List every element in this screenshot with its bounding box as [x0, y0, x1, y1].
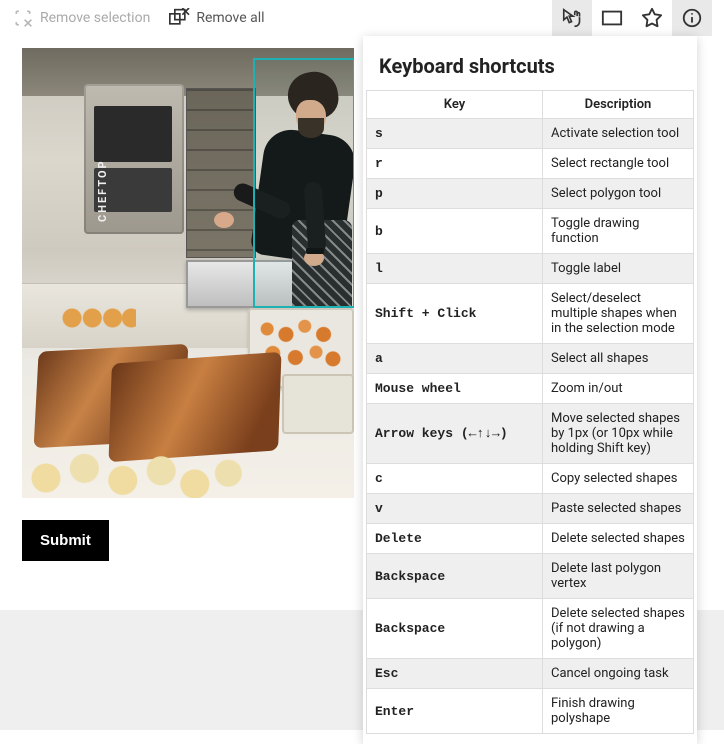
shortcut-key: b — [367, 209, 543, 254]
column-header-key: Key — [367, 91, 543, 119]
shortcut-key: Shift + Click — [367, 284, 543, 344]
shortcut-key: c — [367, 464, 543, 494]
remove-selection-button[interactable]: Remove selection — [12, 7, 150, 29]
photo-food-tray-2 — [282, 374, 354, 434]
shortcut-row: BackspaceDelete last polygon vertex — [367, 554, 694, 599]
rectangle-icon — [601, 9, 623, 27]
shortcut-description: Select polygon tool — [543, 179, 694, 209]
shortcut-row: BackspaceDelete selected shapes (if not … — [367, 599, 694, 659]
oven-brand-label: CHEFTOP — [96, 159, 109, 222]
remove-selection-icon — [12, 7, 34, 29]
shortcut-row: Shift + ClickSelect/deselect multiple sh… — [367, 284, 694, 344]
rectangle-tool-button[interactable] — [592, 0, 632, 36]
shortcut-key: r — [367, 149, 543, 179]
selection-rectangle[interactable] — [253, 58, 354, 308]
pointer-hand-icon — [561, 7, 583, 29]
shortcut-key: Backspace — [367, 599, 543, 659]
annotation-canvas[interactable]: CHEFTOP — [22, 48, 354, 498]
shortcut-key: p — [367, 179, 543, 209]
shortcut-key: a — [367, 344, 543, 374]
shortcut-key: s — [367, 119, 543, 149]
shortcut-description: Activate selection tool — [543, 119, 694, 149]
info-icon — [681, 7, 703, 29]
remove-all-label: Remove all — [196, 10, 264, 26]
shortcut-description: Toggle drawing function — [543, 209, 694, 254]
shortcut-row: Arrow keys (←↑↓→)Move selected shapes by… — [367, 404, 694, 464]
shortcut-description: Select all shapes — [543, 344, 694, 374]
shortcut-key: Esc — [367, 659, 543, 689]
shortcut-description: Select/deselect multiple shapes when in … — [543, 284, 694, 344]
toolbar: Remove selection Remove all — [0, 0, 724, 36]
shortcut-row: sActivate selection tool — [367, 119, 694, 149]
shortcut-row: aSelect all shapes — [367, 344, 694, 374]
shortcut-row: vPaste selected shapes — [367, 494, 694, 524]
shortcut-row: Mouse wheelZoom in/out — [367, 374, 694, 404]
shortcut-key: Arrow keys (←↑↓→) — [367, 404, 543, 464]
shortcut-description: Toggle label — [543, 254, 694, 284]
shortcut-description: Copy selected shapes — [543, 464, 694, 494]
photo-bread-rack — [186, 88, 256, 258]
selection-tool-button[interactable] — [552, 0, 592, 36]
shortcut-description: Paste selected shapes — [543, 494, 694, 524]
shortcuts-table: Key Description sActivate selection tool… — [366, 90, 694, 734]
shortcut-key: Mouse wheel — [367, 374, 543, 404]
toolbar-left: Remove selection Remove all — [12, 7, 265, 29]
shortcut-description: Cancel ongoing task — [543, 659, 694, 689]
column-header-description: Description — [543, 91, 694, 119]
shortcut-description: Select rectangle tool — [543, 149, 694, 179]
polygon-star-icon — [641, 7, 663, 29]
photo-pastries — [22, 442, 262, 498]
submit-button[interactable]: Submit — [22, 520, 109, 561]
shortcut-key: v — [367, 494, 543, 524]
shortcut-key: Backspace — [367, 554, 543, 599]
toolbar-right — [552, 0, 712, 36]
shortcut-row: lToggle label — [367, 254, 694, 284]
shortcut-description: Delete selected shapes — [543, 524, 694, 554]
shortcut-description: Move selected shapes by 1px (or 10px whi… — [543, 404, 694, 464]
shortcut-description: Finish drawing polyshape — [543, 689, 694, 734]
panel-title: Keyboard shortcuts — [363, 52, 697, 90]
keyboard-shortcuts-panel: Keyboard shortcuts Key Description sActi… — [363, 36, 697, 744]
shortcut-description: Delete selected shapes (if not drawing a… — [543, 599, 694, 659]
shortcut-row: EnterFinish drawing polyshape — [367, 689, 694, 734]
remove-all-button[interactable]: Remove all — [168, 7, 264, 29]
polygon-tool-button[interactable] — [632, 0, 672, 36]
info-button[interactable] — [672, 0, 712, 36]
shortcut-row: EscCancel ongoing task — [367, 659, 694, 689]
remove-all-icon — [168, 7, 190, 29]
shortcut-row: DeleteDelete selected shapes — [367, 524, 694, 554]
shortcut-description: Delete last polygon vertex — [543, 554, 694, 599]
shortcut-description: Zoom in/out — [543, 374, 694, 404]
shortcut-row: rSelect rectangle tool — [367, 149, 694, 179]
shortcut-key: Delete — [367, 524, 543, 554]
shortcut-row: cCopy selected shapes — [367, 464, 694, 494]
remove-selection-label: Remove selection — [40, 10, 150, 26]
shortcut-key: Enter — [367, 689, 543, 734]
shortcut-row: bToggle drawing function — [367, 209, 694, 254]
shortcut-key: l — [367, 254, 543, 284]
photo-bun-tray — [58, 302, 136, 334]
shortcut-row: pSelect polygon tool — [367, 179, 694, 209]
